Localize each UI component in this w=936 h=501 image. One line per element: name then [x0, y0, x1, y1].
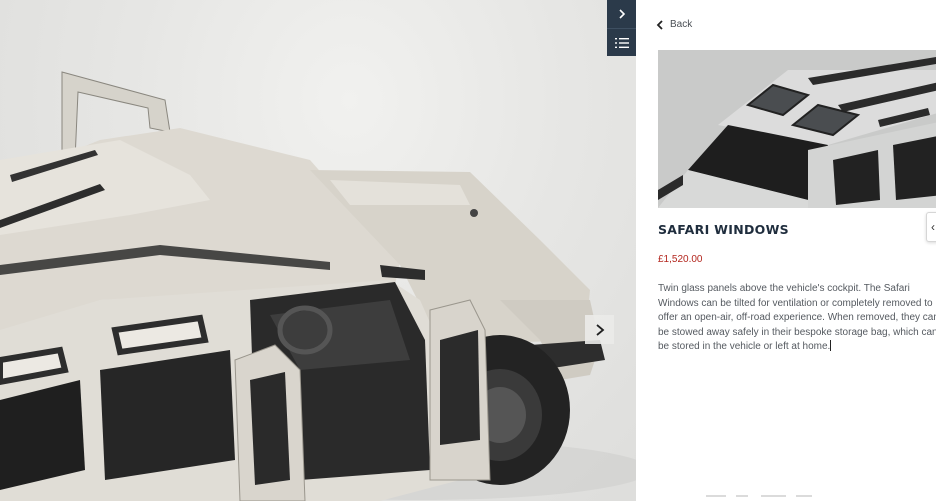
back-button[interactable]: Back [656, 19, 692, 30]
side-tab-button[interactable]: ‹ [926, 212, 936, 242]
viewer-toolbar [607, 0, 636, 56]
accessory-price: £1,520.00 [658, 254, 703, 265]
text-cursor [830, 340, 832, 352]
vehicle-3d-viewer[interactable] [0, 0, 636, 501]
chevron-icon: ‹ [931, 220, 935, 234]
accessory-image [658, 50, 936, 208]
accessory-title: SAFARI WINDOWS [658, 222, 789, 237]
description-text: Twin glass panels above the vehicle's co… [658, 283, 936, 353]
chevron-right-icon [618, 9, 625, 19]
back-label: Back [670, 19, 693, 30]
list-view-button[interactable] [607, 28, 636, 56]
next-view-button[interactable] [585, 315, 614, 344]
chevron-right-icon [595, 323, 604, 336]
vehicle-render [0, 71, 636, 501]
list-icon [614, 37, 629, 48]
collapse-panel-button[interactable] [607, 0, 636, 28]
accessory-detail-panel: Back ‹ SAFARI WINDOWS £1,520.00 Twin gla… [636, 0, 936, 501]
accessory-description: Twin glass panels above the vehicle's co… [658, 282, 936, 355]
chevron-left-icon [656, 19, 663, 30]
footer-decoration [706, 495, 812, 497]
